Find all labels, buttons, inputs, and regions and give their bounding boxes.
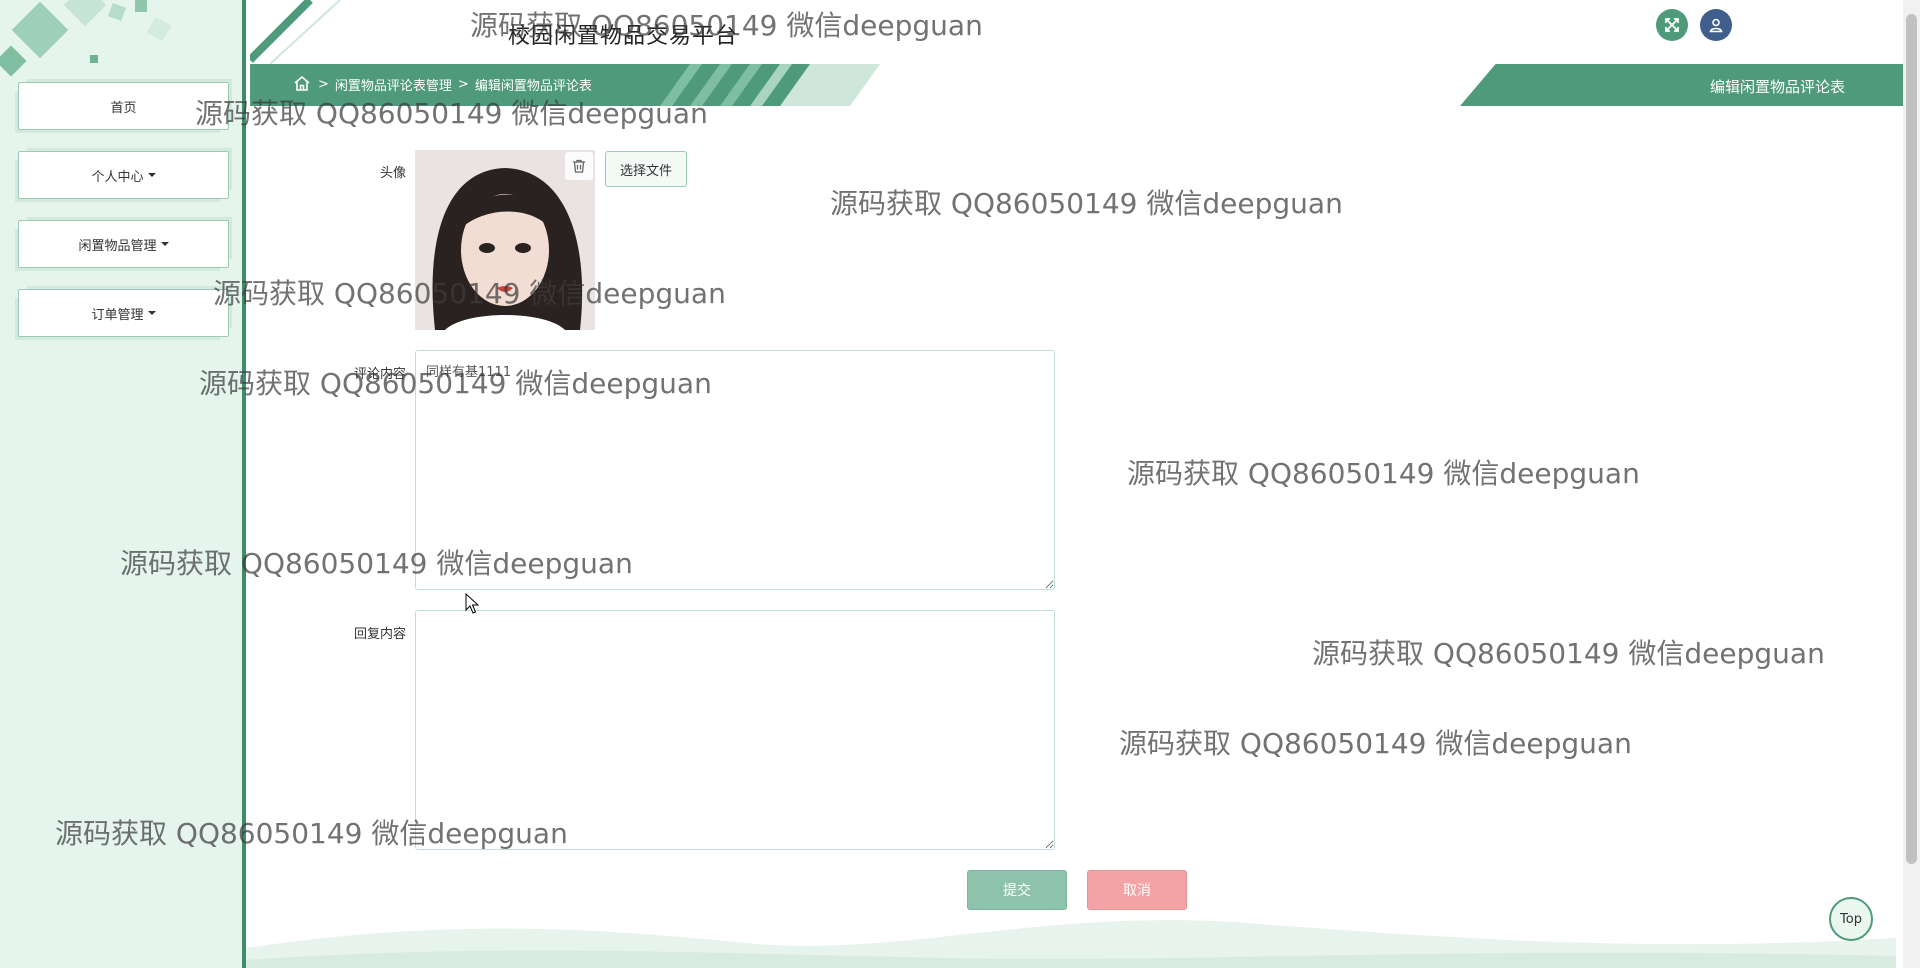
- sidebar-item-orders[interactable]: 订单管理: [18, 289, 229, 337]
- sidebar-item-label: 个人中心: [91, 169, 144, 185]
- app-title: 校园闲置物品交易平台: [508, 24, 739, 49]
- home-icon[interactable]: [292, 74, 312, 94]
- expand-icon[interactable]: [1656, 9, 1688, 41]
- watermark: 源码获取 QQ86050149 微信deepguan: [1312, 637, 1825, 670]
- user-icon[interactable]: [1700, 9, 1732, 41]
- comment-textarea[interactable]: 同样有基1111: [415, 350, 1055, 590]
- sidebar-item-label: 闲置物品管理: [78, 238, 157, 254]
- caret-down-icon: [160, 242, 169, 246]
- reply-label: 回复内容: [353, 627, 406, 642]
- comment-label: 评论内容: [353, 367, 406, 382]
- mouse-cursor-icon: [465, 593, 479, 614]
- back-to-top-button[interactable]: Top: [1829, 897, 1873, 941]
- breadcrumb: > 闲置物品评论表管理 > 编辑闲置物品评论表: [292, 74, 592, 94]
- breadcrumb-separator: >: [457, 76, 469, 92]
- page-scrollbar[interactable]: [1903, 0, 1920, 968]
- breadcrumb-stripes-decoration: [660, 64, 880, 106]
- reply-textarea[interactable]: [415, 610, 1055, 850]
- caret-down-icon: [147, 311, 156, 315]
- avatar-label: 头像: [379, 166, 406, 181]
- header-decoration: [250, 0, 341, 64]
- sidebar-item-label: 订单管理: [91, 307, 144, 323]
- trash-icon: [573, 159, 585, 173]
- caret-down-icon: [147, 173, 156, 177]
- sidebar: 首页 个人中心 闲置物品管理 订单管理: [0, 0, 246, 968]
- choose-file-button[interactable]: 选择文件: [605, 151, 687, 187]
- watermark: 源码获取 QQ86050149 微信deepguan: [1127, 457, 1640, 490]
- sidebar-item-label: 首页: [110, 100, 137, 116]
- bottom-wave-decoration: [246, 920, 1896, 968]
- scrollbar-thumb[interactable]: [1906, 14, 1917, 864]
- sidebar-item-idle-goods[interactable]: 闲置物品管理: [18, 220, 229, 268]
- breadcrumb-separator: >: [318, 76, 329, 92]
- sidebar-item-home[interactable]: 首页: [18, 82, 229, 130]
- page-title: 编辑闲置物品评论表: [1710, 78, 1846, 96]
- breadcrumb-item-comment-management[interactable]: 闲置物品评论表管理: [335, 75, 452, 94]
- breadcrumb-item-edit-comment: 编辑闲置物品评论表: [474, 78, 592, 94]
- watermark: 源码获取 QQ86050149 微信deepguan: [830, 187, 1343, 220]
- delete-avatar-button[interactable]: [565, 152, 593, 180]
- watermark: 源码获取 QQ86050149 微信deepguan: [1119, 727, 1632, 760]
- sidebar-item-personal-center[interactable]: 个人中心: [18, 151, 229, 199]
